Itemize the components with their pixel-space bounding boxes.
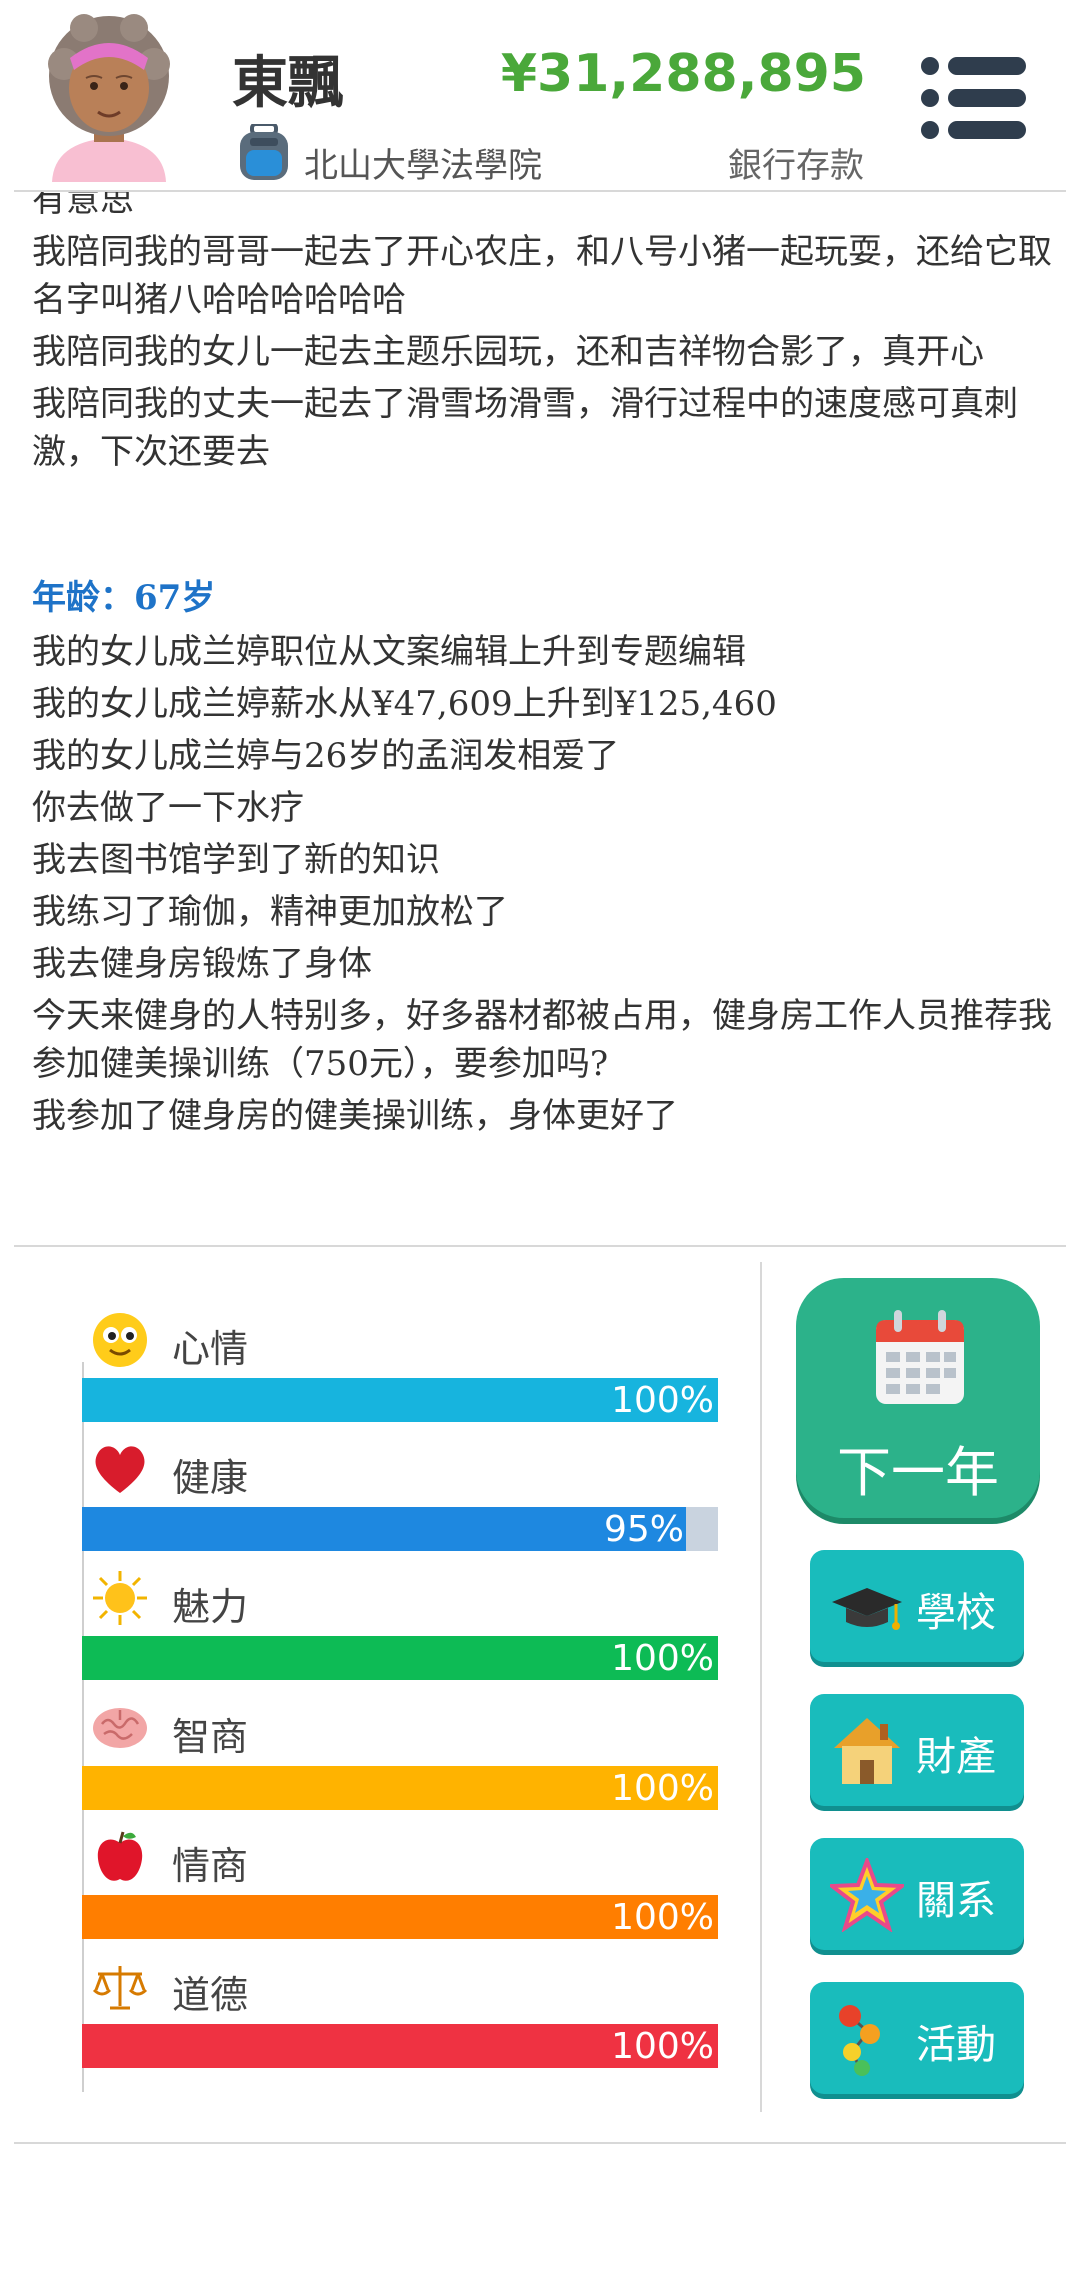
log-line: 有意思 bbox=[32, 192, 134, 220]
calendar-icon bbox=[874, 1308, 966, 1406]
stat-label: 健康 bbox=[172, 1456, 249, 1500]
stat-percent: 100% bbox=[611, 1380, 714, 1421]
panel-divider bbox=[760, 1262, 762, 2112]
stat-percent: 95% bbox=[603, 1509, 684, 1550]
stat-percent: 100% bbox=[611, 2026, 714, 2067]
menu-icon[interactable] bbox=[920, 56, 1028, 140]
stat-bar: 100% bbox=[82, 1766, 718, 1810]
stat-percent: 100% bbox=[611, 1638, 714, 1679]
log-line: 今天来健身的人特别多，好多器材都被占用，健身房工作人员推荐我参加健美操训练（75… bbox=[32, 996, 1052, 1084]
heart-icon bbox=[92, 1441, 148, 1497]
stat-bar: 100% bbox=[82, 1895, 718, 1939]
house-icon bbox=[830, 1714, 904, 1788]
school-name: 北山大學法學院 bbox=[304, 146, 542, 186]
bottom-divider bbox=[14, 2142, 1066, 2144]
stat-label: 智商 bbox=[172, 1715, 249, 1759]
relations-button-label: 關系 bbox=[916, 1878, 996, 1924]
brain-icon bbox=[92, 1700, 148, 1756]
activities-icon bbox=[830, 2002, 904, 2076]
stat-label: 魅力 bbox=[172, 1585, 249, 1629]
graduation-cap-icon bbox=[830, 1570, 904, 1644]
stat-label: 心情 bbox=[172, 1327, 249, 1371]
age-heading: 年龄：67岁 bbox=[32, 578, 216, 618]
log-line: 我练习了瑜伽，精神更加放松了 bbox=[32, 892, 508, 932]
log-line: 我陪同我的女儿一起去主题乐园玩，还和吉祥物合影了，真开心 bbox=[32, 332, 984, 372]
log-line: 我陪同我的丈夫一起去了滑雪场滑雪，滑行过程中的速度感可真刺激，下次还要去 bbox=[32, 384, 1018, 472]
stat-bar-fill bbox=[82, 1507, 687, 1551]
scales-icon bbox=[92, 1958, 148, 2014]
school-button[interactable]: 學校 bbox=[810, 1550, 1024, 1662]
log-line: 我的女儿成兰婷薪水从¥47,609上升到¥125,460 bbox=[32, 684, 777, 724]
avatar[interactable] bbox=[44, 14, 174, 182]
activities-button[interactable]: 活動 bbox=[810, 1982, 1024, 2094]
bank-balance: ¥31,288,895 bbox=[500, 44, 866, 104]
stat-bar: 100% bbox=[82, 1636, 718, 1680]
log-line: 我陪同我的哥哥一起去了开心农庄，和八号小猪一起玩耍，还给它取名字叫猪八哈哈哈哈哈… bbox=[32, 232, 1052, 320]
stat-percent: 100% bbox=[611, 1897, 714, 1938]
relations-button[interactable]: 關系 bbox=[810, 1838, 1024, 1950]
log-line: 你去做了一下水疗 bbox=[32, 788, 304, 828]
stat-bar: 100% bbox=[82, 2024, 718, 2068]
stat-percent: 100% bbox=[611, 1768, 714, 1809]
apple-icon bbox=[92, 1829, 148, 1885]
property-button-label: 財產 bbox=[916, 1734, 996, 1780]
stats-axis bbox=[82, 1362, 84, 2092]
property-button[interactable]: 財產 bbox=[810, 1694, 1024, 1806]
log-divider bbox=[14, 1245, 1066, 1247]
stat-bar: 100% bbox=[82, 1378, 718, 1422]
log-line: 我去健身房锻炼了身体 bbox=[32, 944, 372, 984]
bank-balance-label: 銀行存款 bbox=[728, 146, 864, 186]
log-line: 我去图书馆学到了新的知识 bbox=[32, 840, 440, 880]
smiley-icon bbox=[92, 1312, 148, 1368]
character-name: 東飄 bbox=[232, 51, 344, 116]
star-icon bbox=[826, 1855, 908, 1933]
stat-label: 情商 bbox=[172, 1844, 249, 1888]
next-year-button[interactable]: 下一年 bbox=[796, 1278, 1040, 1518]
log-line: 我的女儿成兰婷职位从文案编辑上升到专题编辑 bbox=[32, 632, 746, 672]
stat-bar: 95% bbox=[82, 1507, 718, 1551]
log-line: 我参加了健身房的健美操训练，身体更好了 bbox=[32, 1096, 678, 1136]
next-year-label: 下一年 bbox=[837, 1441, 999, 1504]
sun-icon bbox=[92, 1570, 148, 1626]
activities-button-label: 活動 bbox=[916, 2022, 996, 2068]
event-log[interactable]: 有意思 我陪同我的哥哥一起去了开心农庄，和八号小猪一起玩耍，还给它取名字叫猪八哈… bbox=[32, 192, 1052, 1242]
backpack-icon bbox=[238, 122, 290, 182]
log-line: 我的女儿成兰婷与26岁的孟润发相爱了 bbox=[32, 736, 620, 776]
top-bar: 東飄 北山大學法學院 ¥31,288,895 銀行存款 bbox=[0, 0, 1080, 190]
school-button-label: 學校 bbox=[916, 1590, 996, 1636]
stat-label: 道德 bbox=[172, 1973, 249, 2017]
